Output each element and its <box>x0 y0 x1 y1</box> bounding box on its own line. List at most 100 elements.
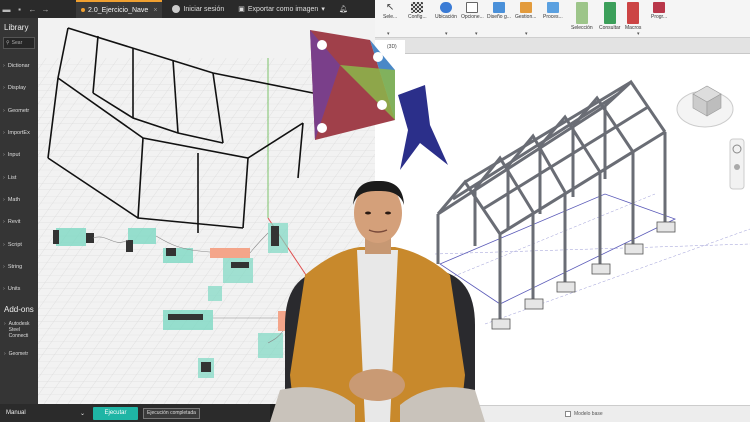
library-item-importex[interactable]: › ImportEx <box>0 122 38 144</box>
options-icon <box>466 2 479 13</box>
model-icon <box>565 411 571 417</box>
chevron-right-icon: › <box>3 107 5 114</box>
save-icon[interactable]: ▪ <box>13 0 26 18</box>
more-label: Geometr <box>8 351 29 358</box>
redo-icon[interactable]: → <box>39 0 52 18</box>
library-item-label: Dictionar <box>7 63 30 70</box>
dynamo-logo-dot <box>317 123 327 133</box>
library-item-dictionar[interactable]: › Dictionar <box>0 55 38 77</box>
library-item-script[interactable]: › Script <box>0 233 38 255</box>
ribbon-settings-button[interactable]: Config... <box>408 2 427 20</box>
library-search-input[interactable]: ⚲ Sear <box>3 37 35 49</box>
sign-in-button[interactable]: Iniciar sesión <box>172 5 224 13</box>
undo-icon[interactable]: ← <box>26 0 39 18</box>
unsaved-dot-icon <box>81 8 85 12</box>
model-selector[interactable]: Modelo base <box>565 411 603 417</box>
run-button[interactable]: Ejecutar <box>93 406 138 420</box>
addons-title: Add-ons <box>4 305 34 315</box>
ribbon-label: Config... <box>408 14 427 20</box>
library-item-display[interactable]: › Display <box>0 77 38 99</box>
library-item-geometry-more[interactable]: › Geometr <box>0 339 38 357</box>
presenter-photo <box>270 180 485 422</box>
right-eye <box>385 211 391 215</box>
chevron-down-icon: ▾ <box>321 6 325 13</box>
library-item-label: Units <box>7 286 21 293</box>
ribbon-label: Selección <box>571 25 593 31</box>
ribbon-label: Opcione... <box>461 14 484 20</box>
ribbon-label: Diseño g... <box>487 14 511 20</box>
chevron-right-icon: › <box>3 85 5 92</box>
ribbon-query-button[interactable]: Consultar <box>599 2 620 31</box>
ribbon-options-button[interactable]: Opcione... <box>461 2 484 20</box>
chevron-right-icon: › <box>3 286 5 293</box>
ribbon-label: Consultar <box>599 25 621 31</box>
chevron-down-icon[interactable]: ▾ <box>525 31 528 37</box>
library-item-input[interactable]: › Input <box>0 144 38 166</box>
chevron-down-icon[interactable]: ▾ <box>637 31 640 37</box>
chevron-right-icon: › <box>3 219 5 226</box>
macros-icon <box>627 2 640 24</box>
chevron-right-icon: › <box>3 63 5 70</box>
sign-in-label: Iniciar sesión <box>183 5 225 13</box>
navigation-bar[interactable] <box>729 138 745 190</box>
ribbon-location-button[interactable]: Ubicación <box>435 2 457 20</box>
footings <box>491 221 676 330</box>
dynamo-logo-dot <box>373 52 383 62</box>
library-item-math[interactable]: › Math <box>0 189 38 211</box>
chevron-down-icon[interactable]: ▾ <box>475 31 478 37</box>
ribbon-label: Sele... <box>383 14 398 20</box>
chevron-right-icon: › <box>3 130 5 137</box>
library-item-string[interactable]: › String <box>0 256 38 278</box>
models-label: Modelo base <box>574 411 603 417</box>
dynamo-run-bar: Manual ⌄ Ejecutar Ejecución completada <box>0 404 270 422</box>
dynamo-title-bar: ▬ ▪ ← → 2.0_Ejercicio_Nave × Iniciar ses… <box>0 0 375 18</box>
library-item-label: Input <box>7 152 21 159</box>
library-panel: Library ⚲ Sear › Dictionar › Display › Geomet… <box>0 18 38 404</box>
grid-settings-icon <box>411 2 424 13</box>
library-item-label: Display <box>7 85 26 92</box>
library-item-units[interactable]: › Units <box>0 278 38 300</box>
dynamo-logo-dot <box>377 100 387 110</box>
chevron-right-icon: › <box>4 351 6 358</box>
library-item-list[interactable]: › List <box>0 166 38 188</box>
file-tab-label: 2.0_Ejercicio_Nave <box>88 6 149 14</box>
ribbon-label: Proces... <box>543 14 563 20</box>
library-categories: › Dictionar › Display › Geometr › ImportEx › Inpu… <box>0 55 38 300</box>
view-cube[interactable] <box>676 85 734 128</box>
folder-icon[interactable]: ▬ <box>0 0 13 18</box>
close-tab-icon[interactable]: × <box>153 7 157 14</box>
design-options-icon <box>492 2 505 13</box>
ribbon-select-button[interactable]: ↖ Sele... <box>383 2 397 20</box>
library-item-label: Geometr <box>7 107 30 114</box>
chevron-right-icon: › <box>4 321 6 328</box>
bell-icon[interactable]: 🔔︎ <box>339 5 348 13</box>
library-item-label: List <box>7 174 17 181</box>
chevron-right-icon: › <box>3 174 5 181</box>
ribbon-label: Ubicación <box>435 14 457 20</box>
ribbon-program-button[interactable]: Progr... <box>651 2 667 20</box>
library-item-geometr[interactable]: › Geometr <box>0 100 38 122</box>
screenshot-composite: ▬ ▪ ← → 2.0_Ejercicio_Nave × Iniciar ses… <box>0 0 750 422</box>
dynamo-player-icon <box>653 2 666 13</box>
library-item-label: ImportEx <box>7 130 30 137</box>
library-item-label: Math <box>7 196 21 203</box>
library-title: Library <box>4 23 29 32</box>
process-icon <box>546 2 559 13</box>
chevron-down-icon: ⌄ <box>79 410 85 417</box>
library-item-label: Revit <box>7 219 21 226</box>
chevron-right-icon: › <box>3 152 5 159</box>
ribbon-design-button[interactable]: Diseño g... <box>487 2 511 20</box>
ribbon-manage-button[interactable]: Gestion... <box>515 2 536 20</box>
run-mode-select[interactable]: Manual ⌄ <box>3 406 88 420</box>
library-item-steel-connections[interactable]: › Autodesk Steel Connecti <box>0 315 38 339</box>
file-tab[interactable]: 2.0_Ejercicio_Nave × <box>76 0 163 18</box>
ribbon-selection-button[interactable]: Selección <box>571 2 593 31</box>
globe-icon <box>439 2 452 13</box>
export-image-button[interactable]: ▣ Exportar como imagen ▾ <box>238 5 325 14</box>
run-status-badge: Ejecución completada <box>143 407 200 419</box>
ribbon-process-button[interactable]: Proces... <box>543 2 563 20</box>
chevron-right-icon: › <box>3 263 5 270</box>
library-item-revit[interactable]: › Revit <box>0 211 38 233</box>
ribbon-macros-button[interactable]: Macros <box>625 2 641 31</box>
selection-icon <box>575 2 588 24</box>
